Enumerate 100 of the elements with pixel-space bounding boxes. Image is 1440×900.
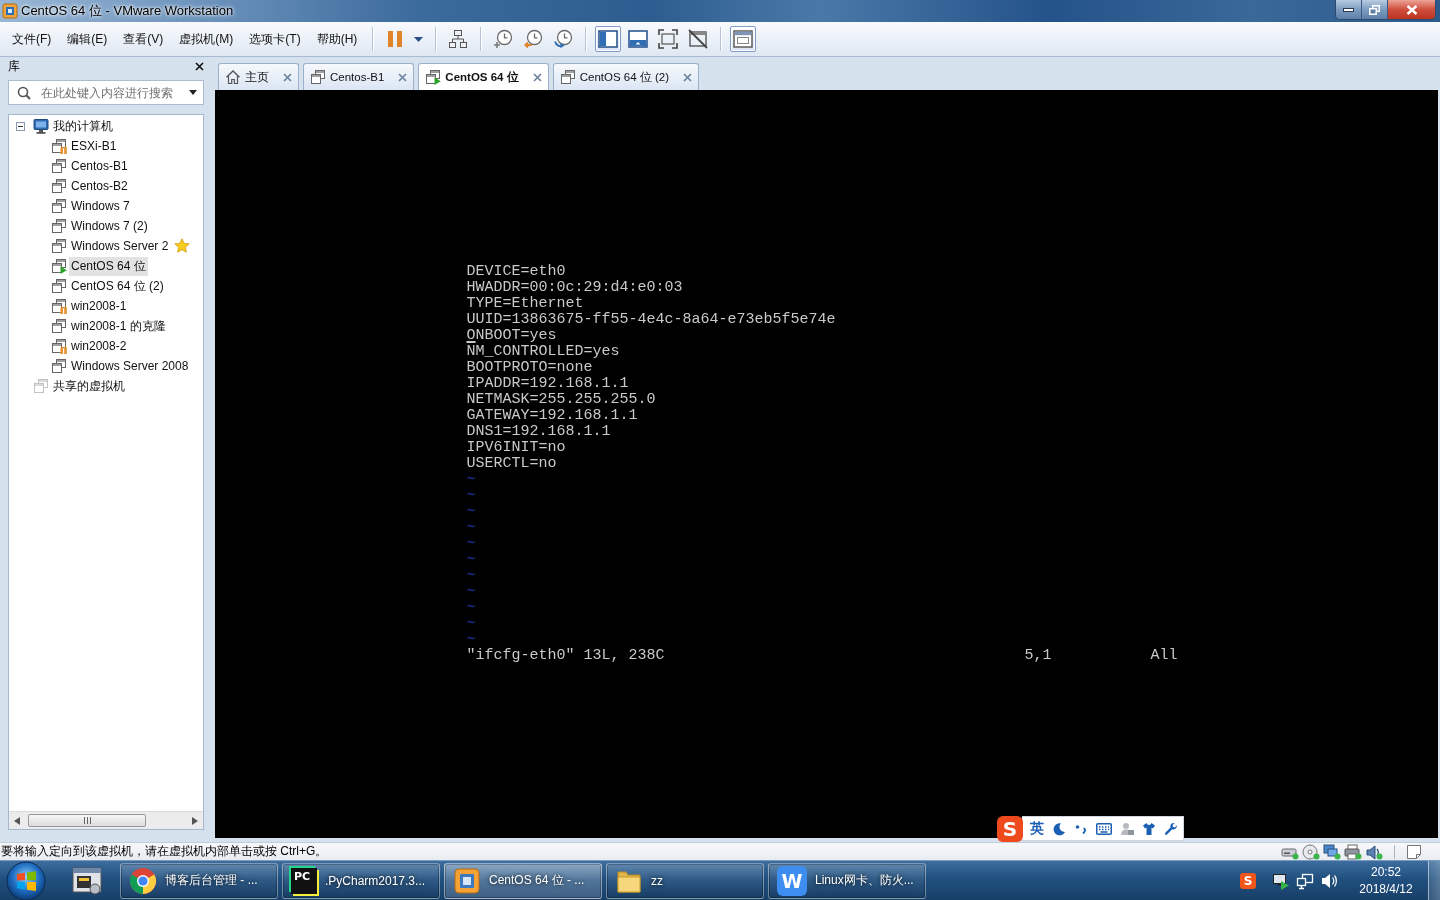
menu-item[interactable]: 帮助(H) [308, 30, 366, 48]
home-icon [225, 69, 241, 85]
code-line: ONBOOT=yes [466, 328, 557, 344]
monitors-icon[interactable] [1296, 871, 1314, 890]
square-frame-icon [2, 3, 18, 19]
empty-line-marker: ~ [466, 632, 476, 648]
tree-item[interactable]: Windows 7 (2) [69, 218, 150, 234]
disc-icon[interactable] [1302, 843, 1320, 860]
window-stack-icon [33, 378, 49, 394]
code-line: NETMASK=255.255.255.0 [466, 392, 656, 408]
app-logo: PC [291, 867, 317, 894]
empty-line-marker: ~ [466, 520, 476, 536]
taskbar-button[interactable]: W Linux网卡、防火... [768, 862, 926, 899]
code-line: DNS1=192.168.1.1 [466, 424, 611, 440]
tree-item[interactable]: win2008-1 [69, 298, 129, 314]
speaker-icon[interactable] [1320, 871, 1338, 890]
caret-down-icon[interactable] [189, 90, 197, 95]
tree-item[interactable]: CentOS 64 位 [69, 256, 148, 276]
tree-item[interactable]: Windows Server 2008 [69, 358, 191, 374]
tree-item[interactable]: win2008-1 的克隆 [69, 316, 168, 336]
code-line: UUID=13863675-ff55-4e4c-8a64-e73eb5f5e74e [466, 312, 836, 328]
window-title: CentOS 64 位 - VMware Workstation [21, 2, 234, 20]
monitor-icon [33, 118, 49, 134]
window-icon [733, 29, 754, 49]
taskbar-button[interactable]: 博客后台管理 - ... [120, 862, 278, 899]
scroll-thumb[interactable] [28, 814, 146, 827]
close-icon[interactable] [195, 62, 204, 71]
code-line: USERCTL=no [466, 456, 557, 472]
tab[interactable]: Centos-B1 [303, 63, 415, 90]
scroll-left-icon[interactable] [14, 816, 20, 825]
minimize-button[interactable] [1336, 0, 1362, 19]
file-info: "ifcfg-eth0" 13L, 238C [466, 648, 665, 664]
tree-item[interactable]: win2008-2 [69, 338, 129, 354]
ime-mode-toggle[interactable]: 英 [1030, 819, 1044, 838]
network-nodes-icon [448, 29, 469, 49]
tree-item[interactable]: Windows 7 [69, 198, 132, 214]
empty-line-marker: ~ [466, 472, 476, 488]
person-icon[interactable] [1120, 821, 1134, 836]
menu-item[interactable]: 编辑(E) [59, 30, 116, 48]
code-line: GATEWAY=192.168.1.1 [466, 408, 638, 424]
ime-logo[interactable]: S [997, 815, 1023, 842]
tree-item[interactable]: Centos-B2 [69, 178, 130, 194]
toolbar-button[interactable] [595, 26, 622, 52]
clock-plus-icon [493, 29, 514, 49]
monitors-icon[interactable] [1323, 843, 1341, 860]
bottom-panel-icon [628, 29, 649, 49]
note-icon[interactable] [1406, 843, 1422, 860]
moon-icon[interactable] [1052, 821, 1066, 836]
scroll-right-icon[interactable] [192, 816, 198, 825]
start-orb-icon[interactable] [6, 860, 46, 900]
square-frame-icon [453, 866, 481, 895]
fullscreen-icon [658, 29, 679, 49]
tree-item[interactable]: Centos-B1 [69, 158, 130, 174]
shirt-icon[interactable] [1142, 821, 1156, 836]
tab[interactable]: 主页 [218, 63, 299, 90]
empty-line-marker: ~ [466, 600, 476, 616]
status-message: 要将输入定向到该虚拟机，请在虚拟机内部单击或按 Ctrl+G。 [1, 843, 328, 860]
minus-box-icon[interactable] [16, 121, 25, 131]
empty-line-marker: ~ [466, 488, 476, 504]
scroll-position: All [1150, 648, 1178, 664]
panel-title: 库 [8, 58, 20, 75]
search-field[interactable]: 在此处键入内容进行搜索 [8, 80, 204, 105]
scrollbar[interactable] [9, 811, 203, 829]
monitor-arrow-icon[interactable] [1272, 871, 1290, 890]
tab[interactable]: CentOS 64 位 [418, 63, 549, 90]
code-line: HWADDR=00:0c:29:d4:e0:03 [466, 280, 683, 296]
menu-item[interactable]: 查看(V) [115, 30, 172, 48]
printer-icon[interactable] [1344, 843, 1362, 860]
code-line: TYPE=Ethernet [466, 296, 584, 312]
tree-item[interactable]: 共享的虚拟机 [51, 376, 127, 396]
menu-item[interactable]: 选项卡(T) [241, 30, 309, 48]
tree-item[interactable]: 我的计算机 [51, 116, 115, 136]
tree-item[interactable]: CentOS 64 位 (2) [69, 276, 166, 296]
tree-item[interactable]: ESXi-B1 [69, 138, 119, 154]
wrench-icon[interactable] [1164, 821, 1178, 836]
taskbar-button[interactable]: PC .PyCharm2017.3... [282, 862, 440, 899]
show-desktop-button[interactable] [1428, 861, 1440, 900]
menu-item[interactable]: 文件(F) [4, 30, 60, 48]
speaker-icon[interactable] [1365, 843, 1383, 860]
tab[interactable]: CentOS 64 位 (2) [552, 63, 700, 90]
taskbar-button[interactable]: zz [606, 862, 764, 899]
toolbar-button[interactable] [730, 26, 757, 52]
taskbar-button[interactable]: CentOS 64 位 - ... [444, 862, 602, 899]
close-icon [1405, 4, 1418, 15]
keyboard-icon[interactable] [1096, 822, 1112, 835]
caret-down-icon [413, 36, 423, 42]
tree-item[interactable]: Windows Server 2 [69, 238, 171, 254]
sidebar-layout-icon [598, 29, 619, 49]
code-line: DEVICE=eth0 [466, 264, 566, 280]
clock-date: 2018/4/12 [1359, 880, 1413, 898]
empty-line-marker: ~ [466, 584, 476, 600]
close-button[interactable] [1388, 0, 1435, 19]
crossed-window-icon [688, 29, 709, 49]
empty-line-marker: ~ [466, 616, 476, 632]
restore-icon [1369, 4, 1380, 15]
restore-button[interactable] [1362, 0, 1388, 19]
cursor-position: 5,1 [1024, 648, 1052, 664]
empty-line-marker: ~ [466, 536, 476, 552]
clock-arrow-icon [523, 29, 544, 49]
menu-item[interactable]: 虚拟机(M) [171, 30, 242, 48]
